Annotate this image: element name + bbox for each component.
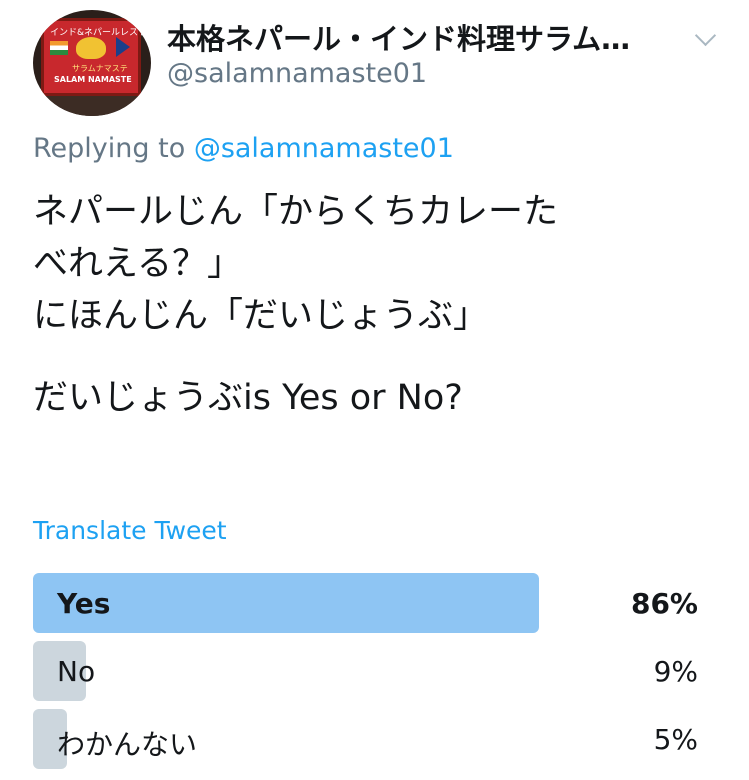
poll-option-yes: Yes 86% bbox=[33, 573, 698, 633]
user-handle[interactable]: @salamnamaste01 bbox=[167, 58, 427, 89]
tweet-line: だいじょうぶis Yes or No? bbox=[33, 378, 463, 418]
poll-option-label: No bbox=[57, 655, 96, 688]
translate-tweet-link[interactable]: Translate Tweet bbox=[33, 516, 227, 545]
avatar-sign-image: インド&ネパールレストラン サラムナマステ SALAM NAMASTE bbox=[41, 18, 151, 96]
tweet-text: ネパールじん「からくちカレーた べれえる？」 にほんじん「だいじょうぶ」 だいじ… bbox=[33, 186, 723, 424]
avatar-sign-text-bottom: SALAM NAMASTE bbox=[54, 75, 132, 84]
poll-option-label: Yes bbox=[57, 587, 111, 620]
chevron-down-icon[interactable] bbox=[694, 24, 717, 47]
poll-option-percent: 86% bbox=[630, 587, 698, 620]
poll-option-percent: 5% bbox=[653, 723, 698, 756]
poll-option-wakannai: わかんない 5% bbox=[33, 709, 698, 769]
replying-to-prefix: Replying to bbox=[33, 133, 186, 164]
avatar-sign-text-middle: サラムナマステ bbox=[72, 64, 128, 73]
avatar-sign-text-top: インド&ネパールレストラン bbox=[50, 28, 151, 38]
tweet-line: べれえる？」 bbox=[33, 244, 242, 284]
display-name[interactable]: 本格ネパール・インド料理サラム… bbox=[167, 16, 682, 58]
poll-option-label: わかんない bbox=[57, 728, 198, 761]
poll-option-no: No 9% bbox=[33, 641, 698, 701]
nepal-flag-icon bbox=[116, 37, 130, 57]
poll-option-percent: 9% bbox=[653, 655, 698, 688]
replying-to-mention[interactable]: @salamnamaste01 bbox=[194, 133, 454, 164]
avatar-background bbox=[33, 96, 151, 116]
emblem-icon bbox=[76, 37, 106, 59]
replying-to: Replying to @salamnamaste01 bbox=[33, 133, 454, 164]
avatar[interactable]: インド&ネパールレストラン サラムナマステ SALAM NAMASTE bbox=[33, 10, 151, 116]
tweet-line: にほんじん「だいじょうぶ」 bbox=[33, 296, 489, 336]
india-flag-icon bbox=[50, 41, 68, 55]
tweet-line: ネパールじん「からくちカレーた bbox=[33, 192, 559, 232]
